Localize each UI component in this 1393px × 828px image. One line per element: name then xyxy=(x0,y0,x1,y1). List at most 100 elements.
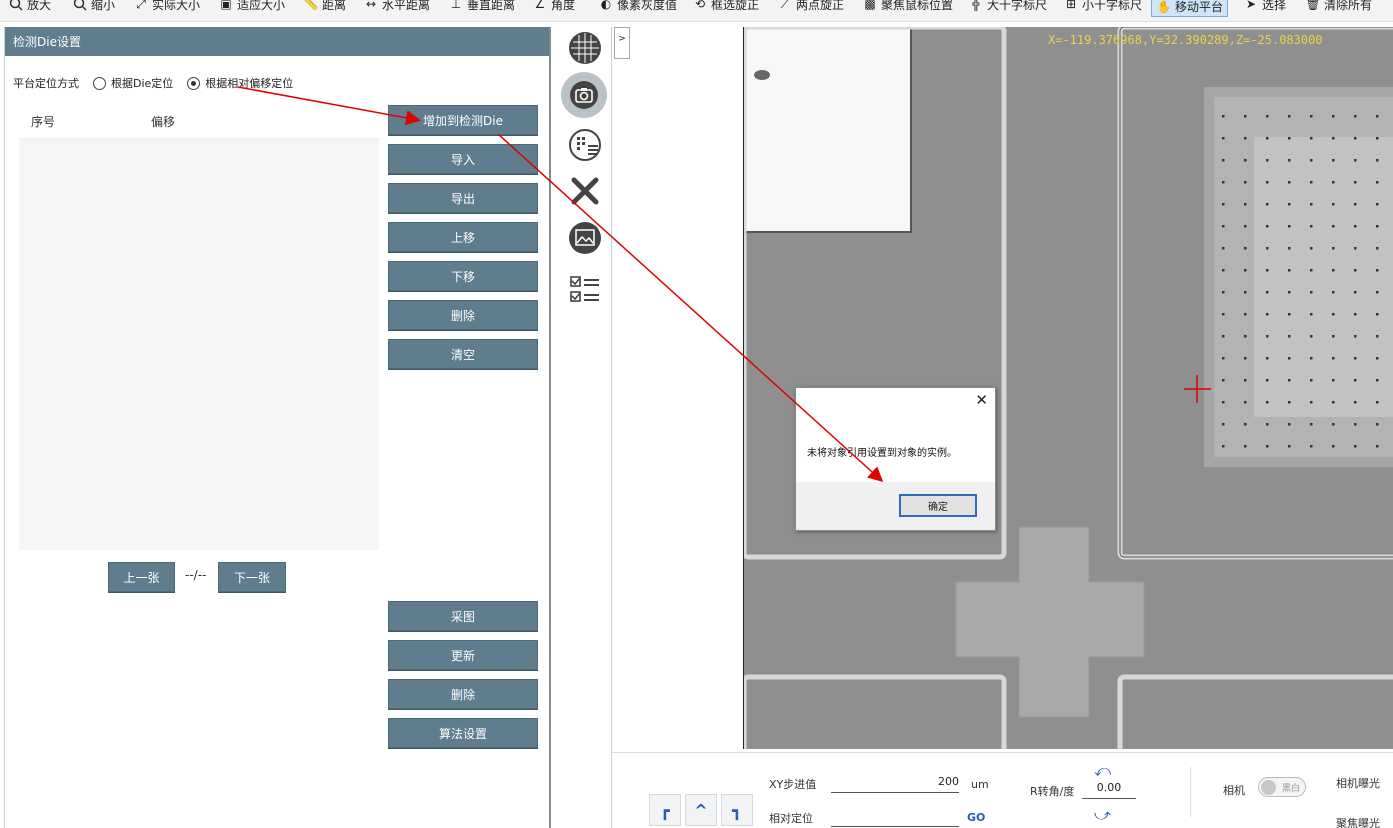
focus-mouse-label: 聚焦鼠标位置 xyxy=(881,0,954,12)
zoom-in-button[interactable]: 放大 xyxy=(8,0,51,14)
die-pad-dot xyxy=(1376,445,1379,448)
die-pad-dot xyxy=(1354,115,1357,118)
update-button[interactable]: 更新 xyxy=(388,640,538,670)
wafer-map-icon[interactable] xyxy=(567,30,603,66)
die-grid-icon[interactable] xyxy=(567,127,603,163)
distance-button[interactable]: 📏 距离 xyxy=(303,0,347,14)
move-down-button[interactable]: 下移 xyxy=(388,261,538,291)
die-pad-dot xyxy=(1266,313,1269,316)
box-rotate-icon: ⟲ xyxy=(694,0,706,11)
close-icon[interactable]: ✕ xyxy=(975,391,988,409)
algorithm-settings-button[interactable]: 算法设置 xyxy=(388,718,538,748)
actual-size-icon: ⤢ xyxy=(136,0,146,11)
checklist-icon[interactable] xyxy=(567,271,603,307)
box-rotate-button[interactable]: ⟲ 框选旋正 xyxy=(692,0,759,14)
die-pad-dot xyxy=(1266,159,1269,162)
xy-step-input[interactable]: 200 xyxy=(831,775,959,793)
move-up-button-stage[interactable]: ^ xyxy=(685,794,717,826)
radio-offset-circle[interactable] xyxy=(187,76,201,90)
die-pad-dot xyxy=(1376,401,1379,404)
die-pad-dot xyxy=(1376,379,1379,382)
die-pad-dot xyxy=(1288,181,1291,184)
select-button[interactable]: ➤ 选择 xyxy=(1243,0,1286,14)
die-pad-dot xyxy=(1222,445,1225,448)
go-button[interactable]: GO xyxy=(967,811,985,824)
die-pad-dot xyxy=(1354,379,1357,382)
horizontal-distance-button[interactable]: ↔ 水平距离 xyxy=(363,0,430,14)
rotate-ccw-icon[interactable]: ⤺ xyxy=(1094,761,1111,781)
angle-button[interactable]: ∠ 角度 xyxy=(532,0,575,14)
r-angle-input[interactable]: 0.00 xyxy=(1082,781,1136,799)
distance-label: 距离 xyxy=(322,0,347,12)
small-cross-label: 小十字标尺 xyxy=(1082,0,1143,12)
trash-icon: 🗑 xyxy=(1305,0,1321,11)
vertical-distance-label: 垂直距离 xyxy=(467,0,516,12)
die-pad-dot xyxy=(1266,247,1269,250)
radio-die-circle[interactable] xyxy=(93,76,106,90)
radio-die-position[interactable]: 根据Die定位 xyxy=(93,75,173,91)
die-pad-dot xyxy=(1288,225,1291,228)
die-pad-dot xyxy=(1332,115,1335,118)
dialog-footer: 确定 xyxy=(796,482,995,530)
zoom-out-button[interactable]: 缩小 xyxy=(72,0,115,14)
die-pad-dot xyxy=(1222,159,1225,162)
next-page-button[interactable]: 下一张 xyxy=(218,562,286,592)
die-pad-dot xyxy=(1266,423,1269,426)
clear-all-button[interactable]: 🗑 清除所有 xyxy=(1305,0,1372,14)
die-pad-dot xyxy=(1288,423,1291,426)
capture-button[interactable]: 采图 xyxy=(388,601,538,631)
delete-capture-button[interactable]: 删除 xyxy=(388,679,538,709)
die-offset-table[interactable]: 序号 偏移 xyxy=(19,105,379,550)
focus-mouse-button[interactable]: ▩ 聚焦鼠标位置 xyxy=(862,0,953,14)
rotate-cw-icon[interactable]: ⤻ xyxy=(1094,805,1111,825)
die-pad-dot xyxy=(1332,181,1335,184)
prev-page-button[interactable]: 上一张 xyxy=(108,562,175,592)
corner-up-right-icon: ┓ xyxy=(732,800,742,820)
radio-offset-position[interactable]: 根据相对偏移定位 xyxy=(187,75,293,91)
die-pad-dot xyxy=(1222,137,1225,140)
die-pad-dot xyxy=(1354,335,1357,338)
import-button[interactable]: 导入 xyxy=(388,144,538,174)
small-cross-button[interactable]: ⊞ 小十字标尺 xyxy=(1063,0,1142,14)
expand-toggle-button[interactable]: > xyxy=(614,27,630,59)
die-pad-dot xyxy=(1332,247,1335,250)
camera-icon[interactable] xyxy=(561,72,607,118)
camera-exposure-label: 相机曝光 xyxy=(1336,777,1380,790)
add-to-die-button[interactable]: 增加到检测Die xyxy=(388,105,538,135)
clear-button[interactable]: 清空 xyxy=(388,339,538,369)
dialog-ok-button[interactable]: 确定 xyxy=(899,494,977,517)
die-pad-dot xyxy=(1354,137,1357,140)
die-pad-dot xyxy=(1332,203,1335,206)
die-pad-dot xyxy=(1376,115,1379,118)
table-header: 序号 偏移 xyxy=(19,105,379,139)
die-pad-dot xyxy=(1310,379,1313,382)
radio-offset-label: 根据相对偏移定位 xyxy=(205,77,294,90)
die-pad-dot xyxy=(1310,225,1313,228)
relative-position-input[interactable] xyxy=(831,809,959,827)
image-icon[interactable] xyxy=(567,220,603,256)
export-button[interactable]: 导出 xyxy=(388,183,538,213)
big-cross-button[interactable]: ╬ 大十字标尺 xyxy=(968,0,1047,14)
die-pad-dot xyxy=(1332,137,1335,140)
die-pad-dot xyxy=(1332,379,1335,382)
move-up-right-button[interactable]: ┓ xyxy=(721,794,753,826)
delete-button[interactable]: 删除 xyxy=(388,300,538,330)
move-up-left-button[interactable]: ┏ xyxy=(649,794,681,826)
die-pad-dot xyxy=(1332,423,1335,426)
die-pad-dot xyxy=(1222,313,1225,316)
two-point-rotate-button[interactable]: ⟋ 两点旋正 xyxy=(777,0,844,14)
gray-value-button[interactable]: ◐ 像素灰度值 xyxy=(598,0,677,14)
move-up-button[interactable]: 上移 xyxy=(388,222,538,252)
die-pad-dot xyxy=(1354,313,1357,316)
vertical-distance-button[interactable]: ⊥ 垂直距离 xyxy=(448,0,515,14)
die-pad-dot xyxy=(1288,445,1291,448)
camera-mode-toggle[interactable]: 黑白 xyxy=(1258,777,1306,797)
small-cross-icon: ⊞ xyxy=(1065,0,1077,11)
actual-size-button[interactable]: ⤢ 实际大小 xyxy=(133,0,200,14)
die-pad-dot xyxy=(1266,203,1269,206)
tools-icon[interactable] xyxy=(567,173,603,209)
fit-size-button[interactable]: ▣ 适应大小 xyxy=(218,0,285,14)
move-platform-button[interactable]: ✋ 移动平台 xyxy=(1151,0,1229,17)
die-pad-dot xyxy=(1332,225,1335,228)
die-pad-dot xyxy=(1332,357,1335,360)
